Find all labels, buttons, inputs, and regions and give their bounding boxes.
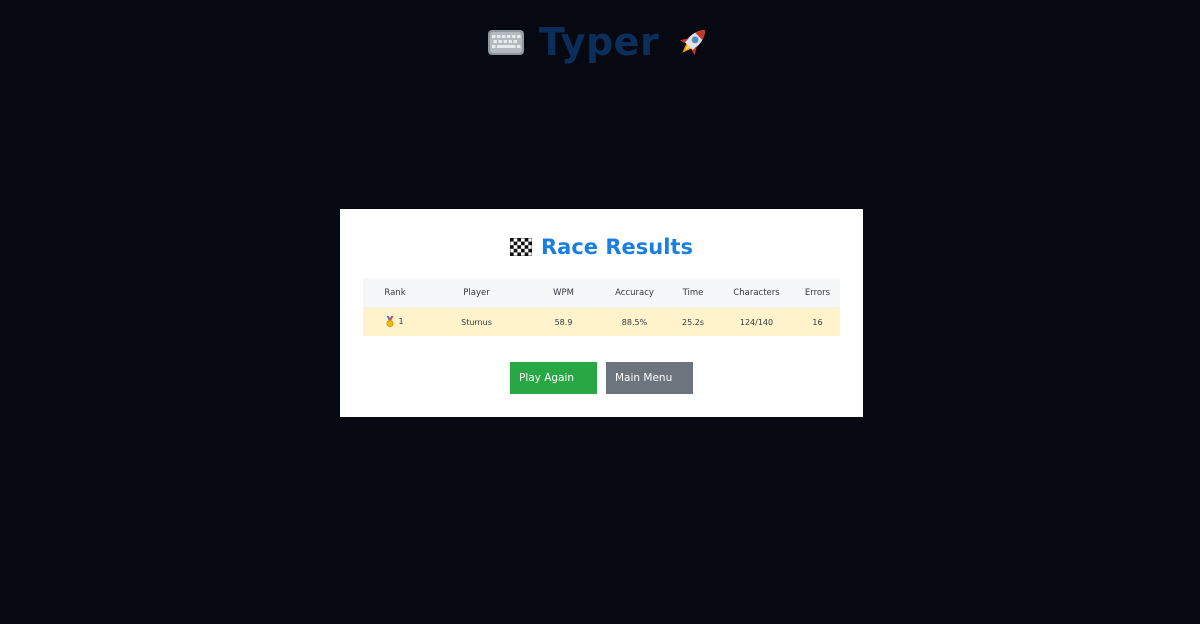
column-header-characters: Characters bbox=[718, 278, 795, 308]
accuracy-cell: 88.5% bbox=[601, 307, 668, 336]
wpm-cell: 58.9 bbox=[526, 307, 601, 336]
app-title: Typer bbox=[538, 20, 660, 64]
time-cell: 25.2s bbox=[668, 307, 718, 336]
table-header-row: Rank Player WPM Accuracy Time Characters… bbox=[363, 278, 840, 308]
checkered-flag-icon bbox=[509, 237, 533, 257]
play-again-button[interactable]: Play Again bbox=[510, 362, 597, 394]
errors-cell: 16 bbox=[795, 307, 840, 336]
characters-cell: 124/140 bbox=[718, 307, 795, 336]
medal-icon bbox=[386, 315, 394, 327]
player-cell: Sturnus bbox=[427, 307, 526, 336]
column-header-wpm: WPM bbox=[526, 278, 601, 308]
results-table: Rank Player WPM Accuracy Time Characters… bbox=[363, 278, 840, 336]
action-buttons: Play Again Main Menu bbox=[340, 362, 863, 394]
column-header-accuracy: Accuracy bbox=[601, 278, 668, 308]
rank-cell: 1 bbox=[363, 307, 427, 336]
modal-header: Race Results bbox=[340, 231, 863, 263]
app-header: Typer bbox=[0, 14, 1200, 70]
column-header-rank: Rank bbox=[363, 278, 427, 308]
modal-title: Race Results bbox=[541, 234, 693, 259]
rank-value: 1 bbox=[398, 316, 404, 326]
column-header-errors: Errors bbox=[795, 278, 840, 308]
column-header-player: Player bbox=[427, 278, 526, 308]
keyboard-icon bbox=[487, 27, 525, 57]
table-row: 1 Sturnus 58.9 88.5% 25.2s 124/140 16 bbox=[363, 307, 840, 336]
race-results-modal: Race Results Rank Player WPM Accuracy Ti… bbox=[340, 209, 863, 417]
column-header-time: Time bbox=[668, 278, 718, 308]
rocket-icon bbox=[673, 22, 713, 62]
main-menu-button[interactable]: Main Menu bbox=[606, 362, 693, 394]
